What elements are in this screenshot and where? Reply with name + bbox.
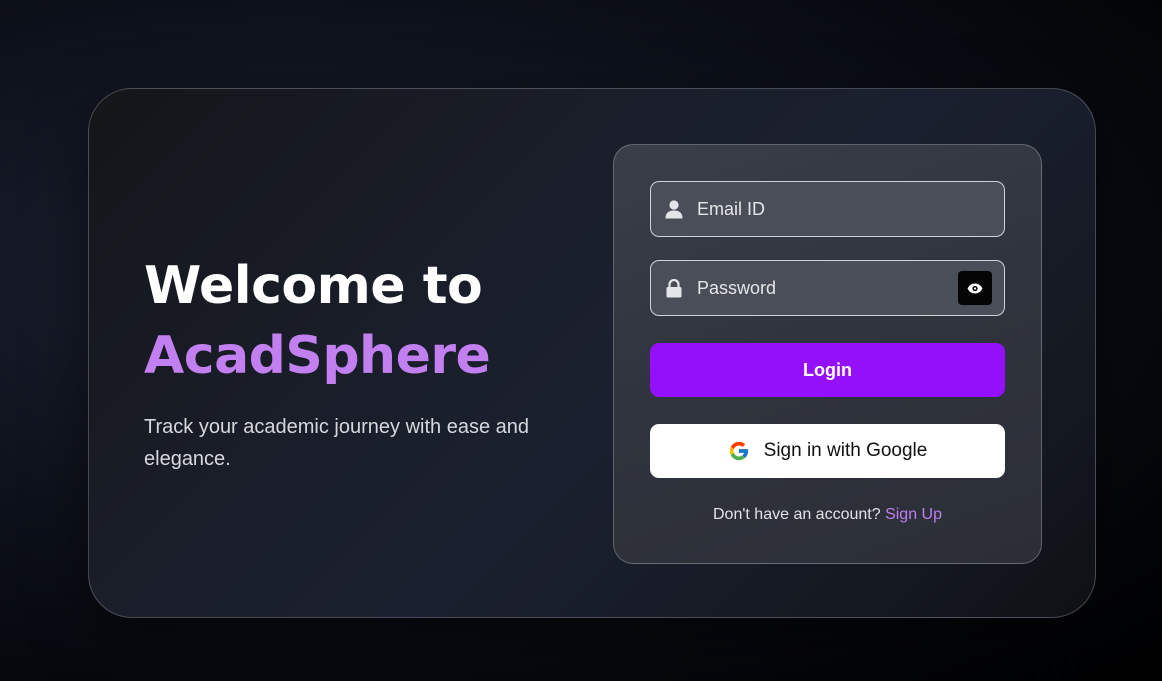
login-button[interactable]: Login (650, 343, 1005, 397)
google-icon (729, 441, 748, 461)
google-signin-label: Sign in with Google (763, 440, 928, 461)
password-input[interactable] (684, 261, 958, 315)
google-signin-button[interactable]: Sign in with Google (650, 424, 1005, 478)
password-field (650, 260, 1005, 316)
signup-link[interactable]: Sign Up (885, 506, 942, 523)
user-icon (664, 199, 684, 219)
lock-icon (664, 278, 684, 298)
welcome-heading: Welcome to AcadSphere (144, 251, 564, 391)
email-input[interactable] (684, 182, 1004, 236)
signup-prompt-text: Don't have an account? (713, 506, 881, 523)
eye-icon (967, 283, 983, 293)
login-form-panel: Login Sign in with Google Don't have an … (613, 144, 1042, 564)
brand-name: AcadSphere (144, 326, 491, 386)
tagline: Track your academic journey with ease an… (144, 416, 529, 470)
email-field (650, 181, 1005, 237)
toggle-password-button[interactable] (958, 271, 992, 305)
login-card: Welcome to AcadSphere Track your academi… (88, 88, 1096, 618)
welcome-title: Welcome to (144, 256, 483, 316)
welcome-section: Welcome to AcadSphere Track your academi… (144, 251, 564, 475)
signup-prompt: Don't have an account? Sign Up (614, 506, 1041, 524)
